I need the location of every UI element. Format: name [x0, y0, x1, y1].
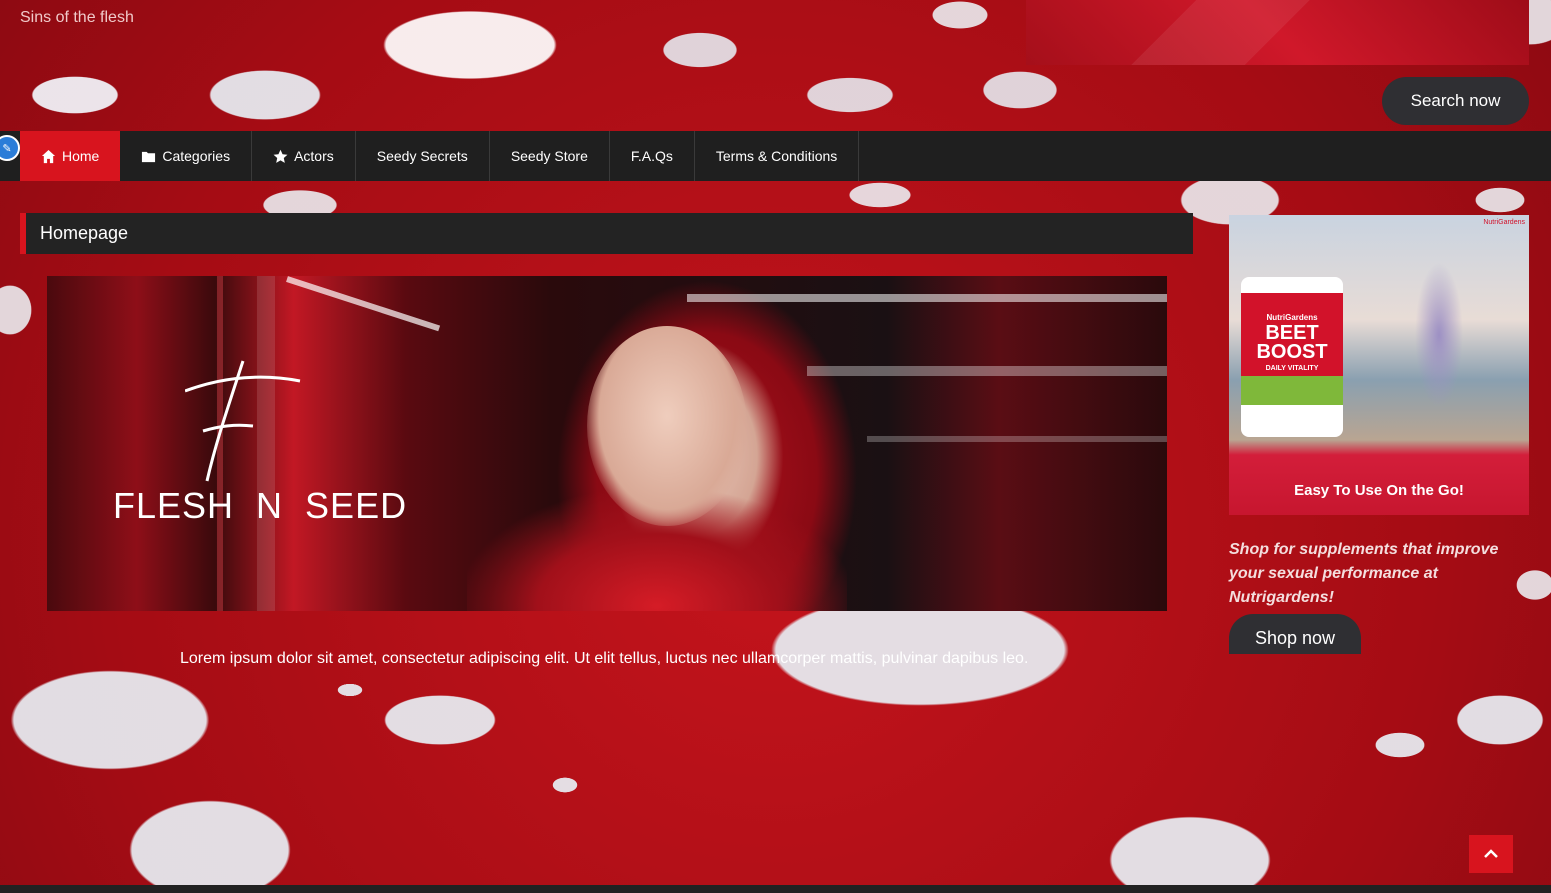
nav-item-label: F.A.Qs [630, 148, 673, 164]
footer-strip [0, 885, 1551, 893]
nav-item-faqs[interactable]: F.A.Qs [610, 131, 695, 181]
hero-banner: FLESH N SEED [47, 276, 1167, 611]
nav-item-seedy-store[interactable]: Seedy Store [490, 131, 610, 181]
product-name-line1: BEET [1265, 322, 1319, 344]
page-title: Homepage [20, 213, 1193, 254]
ad-corner-logo: NutriGardens [1483, 219, 1525, 226]
folder-icon [142, 151, 156, 162]
logo-glyph-icon [185, 360, 301, 482]
nav-item-terms[interactable]: Terms & Conditions [695, 131, 860, 181]
nav-item-label: Actors [294, 148, 334, 164]
sidebar-promo-text: Shop for supplements that improve your s… [1229, 541, 1499, 606]
nav-items: Home Categories Actors Seedy Secrets See… [20, 131, 860, 181]
product-tub: NutriGardens BEET BOOST DAILY VITALITY [1241, 277, 1343, 437]
body-text: Lorem ipsum dolor sit amet, consectetur … [180, 650, 1029, 667]
sidebar-ad-image[interactable]: NutriGardens NutriGardens BEET BOOST DAI… [1229, 215, 1529, 515]
nav-item-categories[interactable]: Categories [120, 131, 253, 181]
star-icon [273, 149, 288, 163]
nav-item-home[interactable]: Home [20, 131, 121, 181]
nav-item-label: Categories [162, 148, 231, 164]
nav-item-label: Home [62, 148, 100, 164]
ad-caption: Easy To Use On the Go! [1294, 481, 1464, 499]
nav-item-label: Seedy Secrets [376, 148, 468, 164]
product-tagline: DAILY VITALITY [1265, 365, 1319, 372]
yoga-figure [1379, 225, 1499, 425]
search-now-button[interactable]: Search now [1382, 77, 1529, 125]
product-brand: NutriGardens [1266, 313, 1318, 322]
nav-item-label: Seedy Store [510, 148, 588, 164]
header-banner[interactable] [1026, 0, 1529, 65]
main-nav: Home Categories Actors Seedy Secrets See… [0, 131, 1551, 181]
hero-figure-face [587, 326, 747, 526]
chevron-up-icon [1484, 849, 1498, 858]
product-name-line2: BOOST [1256, 341, 1328, 363]
shop-now-button[interactable]: Shop now [1229, 614, 1361, 654]
home-icon [41, 149, 56, 163]
shop-now-button-wrapper: Shop now [1229, 614, 1369, 654]
site-title[interactable]: Sins of the flesh [20, 9, 134, 27]
nav-item-label: Terms & Conditions [715, 148, 838, 164]
nav-item-seedy-secrets[interactable]: Seedy Secrets [356, 131, 490, 181]
nav-item-actors[interactable]: Actors [252, 131, 356, 181]
back-to-top-button[interactable] [1469, 835, 1513, 873]
hero-logo-text: FLESH N SEED [113, 485, 408, 526]
